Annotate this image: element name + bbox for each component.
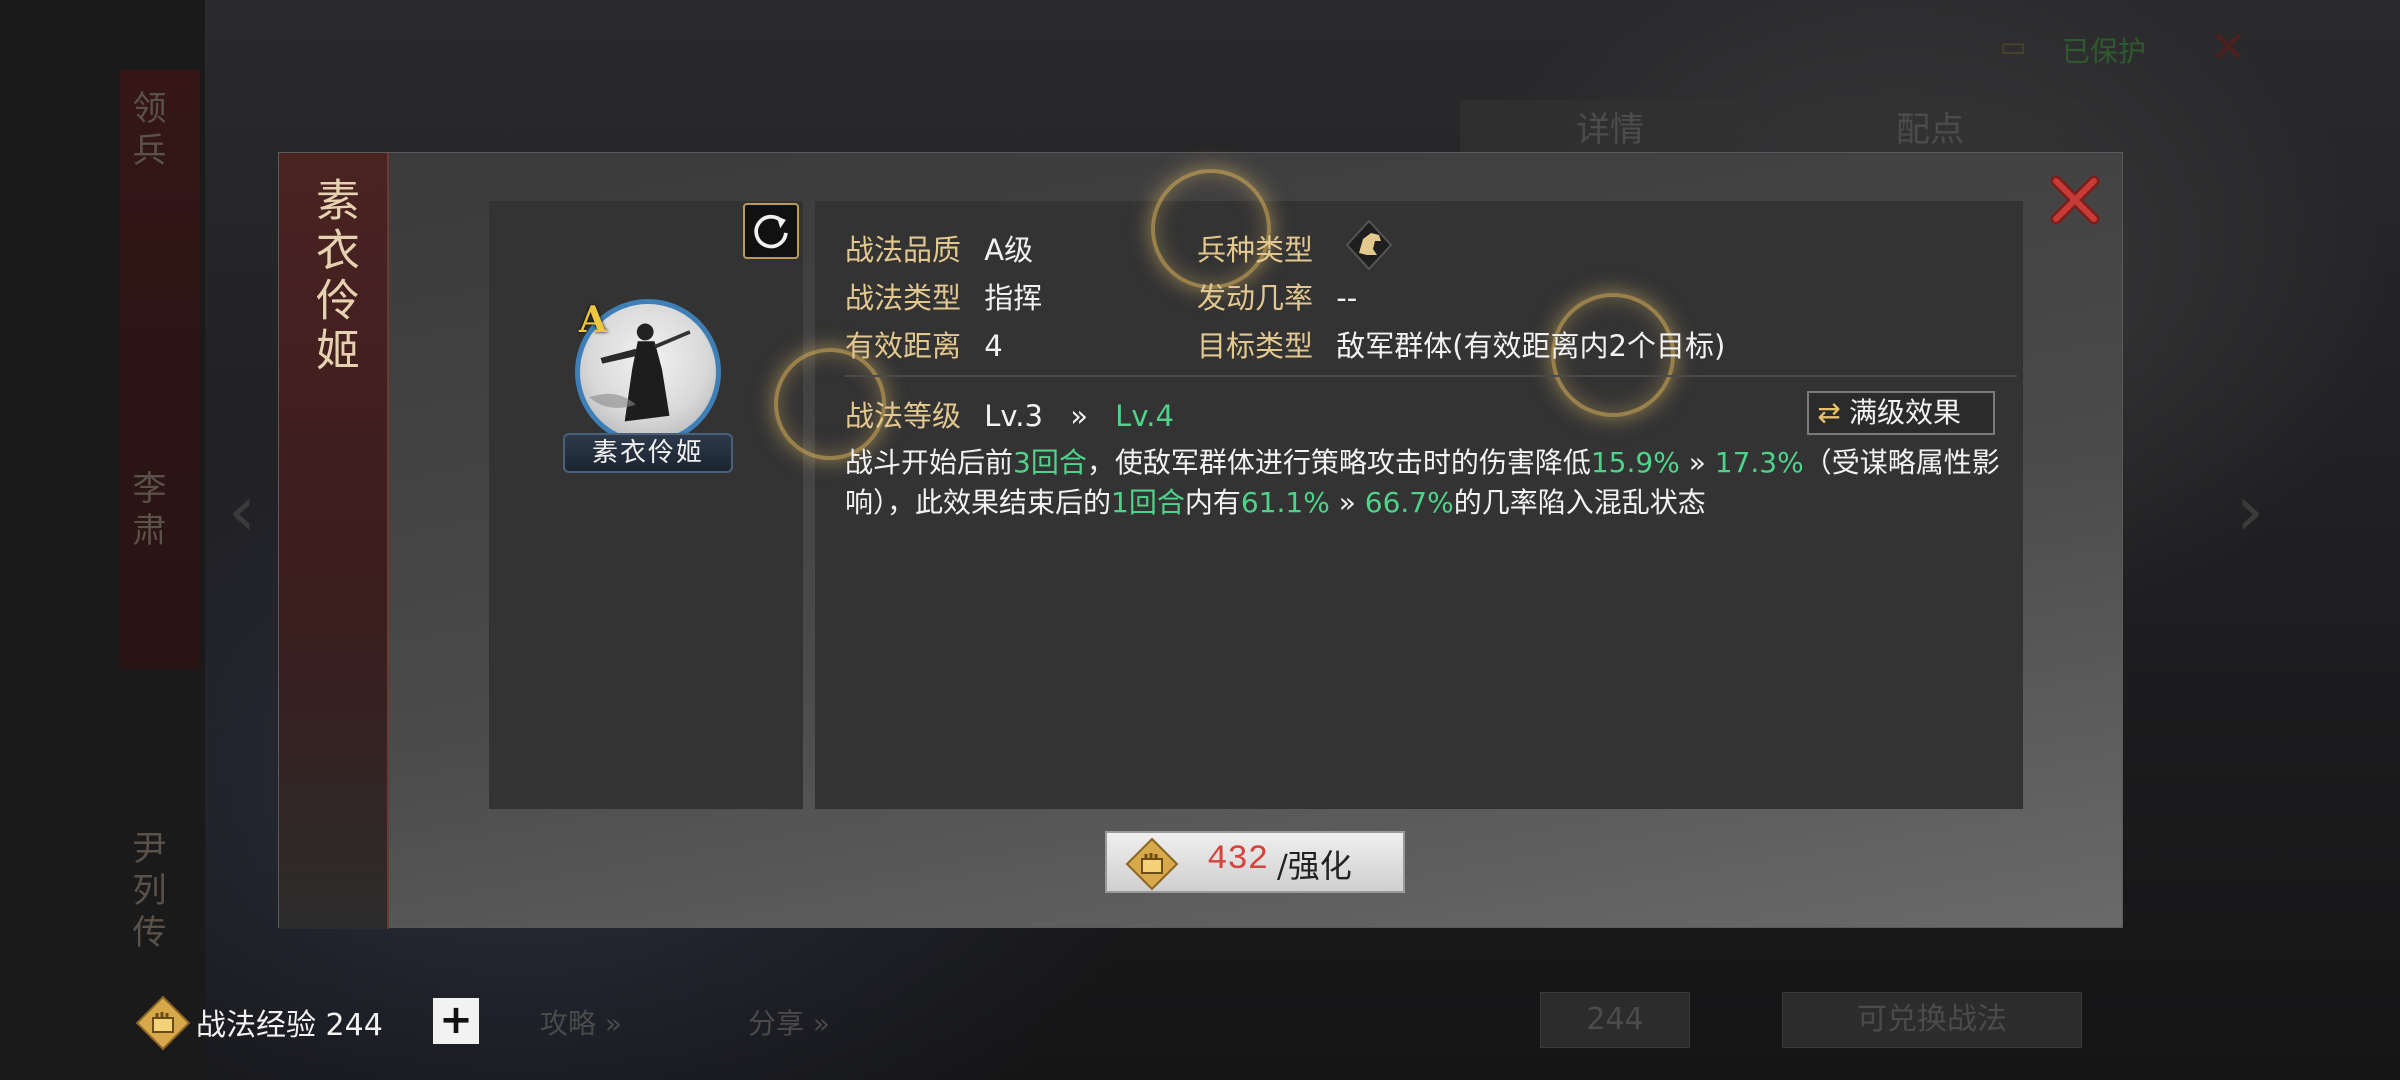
description-highlight: 1回合 [1111,486,1185,519]
troop-label: 兵种类型 [1197,233,1314,267]
description-text: 的几率陷入混乱状态 [1453,486,1706,519]
portrait-name: 素衣伶姬 [563,433,733,473]
next-arrow-icon: › [2236,470,2264,552]
target-row: 目标类型 敌军群体(有效距离内2个目标) [1197,323,1725,365]
bottom-bar: 战法经验 244 + 攻略 » 分享 » 244 可兑换战法 [0,980,2400,1080]
description-highlight: 15.9% [1590,446,1680,479]
tactic-exp-label: 战法经验 244 [196,1008,383,1043]
dialog-title: 素衣伶姬 [308,177,359,377]
range-value: 4 [984,329,1003,363]
background-counter: 244 [1540,992,1690,1048]
enhance-cost: 432 [1207,841,1269,879]
background-tab: 配点 [1780,100,2080,160]
fist-coin-icon [1125,837,1179,891]
type-label: 战法类型 [845,281,962,315]
background-close-icon: ✕ [2210,22,2247,73]
range-row: 有效距离 4 [845,323,1003,365]
level-current: Lv.3 [984,399,1043,433]
quality-row: 战法品质 A级 [845,227,1033,269]
tactic-exp-icon [135,995,191,1051]
rate-value: -- [1336,281,1358,315]
rate-row: 发动几率 -- [1197,275,1357,317]
max-level-effect-button[interactable]: ⇄ 满级效果 [1807,391,1995,435]
max-level-effect-label: 满级效果 [1849,396,1962,429]
swap-icon: ⇄ [1817,396,1841,429]
type-value: 指挥 [984,281,1043,315]
enhance-label: /强化 [1277,847,1352,885]
troop-row: 兵种类型 [1197,227,1313,269]
background-side-label: 领兵 [126,90,166,174]
background-side-label: 尹列传 [126,830,166,956]
range-label: 有效距离 [845,329,962,363]
protection-icon: ▭ [2000,30,2027,63]
description-arrow: » [1679,446,1715,479]
level-label: 战法等级 [845,399,962,433]
target-value: 敌军群体(有效距离内2个目标) [1336,329,1726,363]
quality-value: A级 [984,233,1034,267]
close-icon[interactable] [2048,171,2104,227]
description-text: 内有 [1184,486,1241,519]
grade-badge: A [579,299,607,341]
level-next: Lv.4 [1115,399,1174,433]
refresh-icon[interactable] [743,203,799,259]
description-highlight: 61.1% [1240,486,1330,519]
description-highlight: 3回合 [1013,446,1087,479]
background-side-label: 李肃 [126,470,166,554]
protection-status: 已保护 [2062,35,2147,68]
divider [845,375,2017,377]
quality-label: 战法品质 [845,233,962,267]
level-arrow: » [1070,399,1088,433]
description-highlight: 66.7% [1364,486,1454,519]
target-label: 目标类型 [1197,329,1314,363]
description-text: 战斗开始后前 [845,446,1014,479]
tactic-detail-dialog: 素衣伶姬 A 素衣伶姬 战法品质 A级 战法类型 指挥 有效距离 4 兵种类型 … [278,152,2123,929]
description-text: ，使敌军群体进行策略攻击时的伤害降低 [1086,446,1591,479]
type-row: 战法类型 指挥 [845,275,1042,317]
level-row: 战法等级 Lv.3 » Lv.4 [845,393,1174,435]
strategy-link[interactable]: 攻略 » [540,1002,622,1042]
redeem-tactic-button[interactable]: 可兑换战法 [1782,992,2082,1048]
cavalry-horse-icon [1345,219,1393,271]
description-highlight: 17.3% [1714,446,1804,479]
portrait-panel [489,201,803,809]
background-tab: 详情 [1460,100,1760,160]
share-link[interactable]: 分享 » [748,1002,830,1042]
rate-label: 发动几率 [1197,281,1314,315]
add-exp-button[interactable]: + [433,998,479,1044]
dialog-title-band: 素衣伶姬 [279,153,389,929]
description-arrow: » [1329,486,1365,519]
tactic-description: 战斗开始后前3回合，使敌军群体进行策略攻击时的伤害降低15.9% » 17.3%… [845,443,2015,523]
enhance-button[interactable]: 432 /强化 [1105,831,1405,893]
previous-arrow-icon: ‹ [228,470,256,552]
